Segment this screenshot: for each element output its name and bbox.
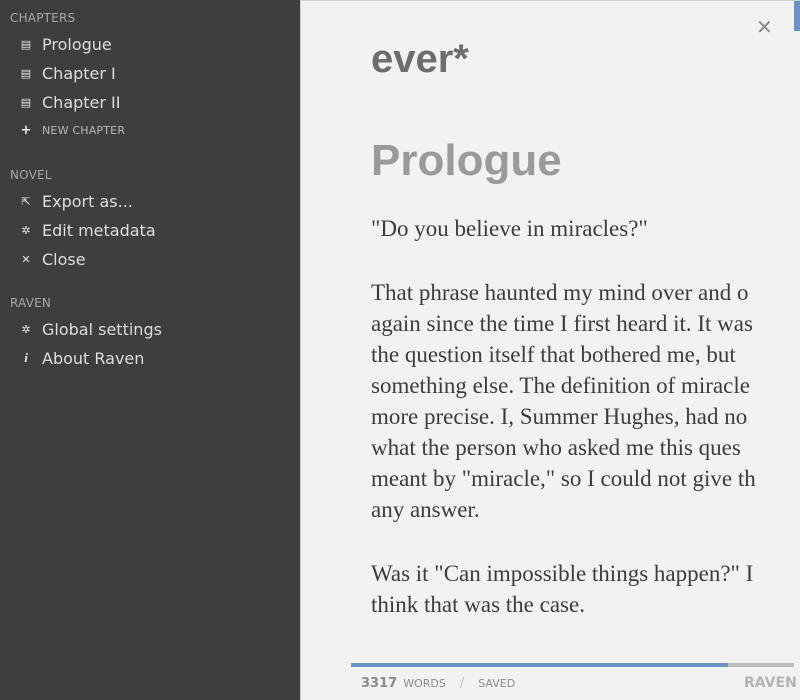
sidebar-item-label: Edit metadata (42, 220, 156, 240)
chapter-title[interactable]: Prologue (371, 136, 562, 186)
sidebar-item-export[interactable]: ⇱ Export as... (18, 189, 288, 213)
sidebar-item-chapter-i[interactable]: ▤ Chapter I (18, 61, 288, 85)
raven-heading: RAVEN (10, 296, 52, 310)
paragraph[interactable]: Was it "Can impossible things happen?" I… (371, 558, 800, 620)
sidebar-item-label: Chapter II (42, 92, 121, 112)
new-chapter-button[interactable]: + NEW CHAPTER (18, 118, 288, 142)
saved-status: SAVED (478, 677, 516, 690)
sidebar-item-about-raven[interactable]: i About Raven (18, 346, 288, 370)
novel-title: ever* (371, 37, 469, 81)
sidebar-item-prologue[interactable]: ▤ Prologue (18, 32, 288, 56)
novel-heading: NOVEL (10, 168, 52, 182)
sidebar-item-global-settings[interactable]: ✲ Global settings (18, 317, 288, 341)
document-icon: ▤ (20, 95, 32, 109)
sidebar-item-label: Export as... (42, 191, 133, 211)
gear-icon: ✲ (21, 322, 31, 336)
sidebar-item-label: Global settings (42, 319, 162, 339)
word-count: 3317 (361, 676, 398, 691)
paragraph[interactable]: "Do you believe in miracles?" (371, 213, 800, 244)
chapter-body[interactable]: "Do you believe in miracles?" That phras… (371, 213, 800, 653)
brand-label: RAVEN (744, 675, 797, 691)
sidebar-item-close[interactable]: ✕ Close (18, 247, 288, 271)
status-separator: / (459, 676, 465, 691)
sidebar-item-label: About Raven (42, 348, 145, 368)
words-label: WORDS (403, 677, 446, 690)
export-icon: ⇱ (21, 194, 31, 208)
chapters-heading: CHAPTERS (10, 11, 76, 25)
close-icon: ✕ (21, 252, 31, 266)
close-editor-icon[interactable]: ✕ (756, 15, 773, 39)
new-chapter-label: NEW CHAPTER (42, 123, 126, 137)
progress-bar (351, 663, 794, 667)
editor-pane[interactable]: ✕ ever* Prologue "Do you believe in mira… (300, 0, 800, 700)
sidebar: CHAPTERS ▤ Prologue ▤ Chapter I ▤ Chapte… (0, 0, 300, 700)
sidebar-item-edit-metadata[interactable]: ✲ Edit metadata (18, 218, 288, 242)
progress-fill (351, 663, 728, 667)
document-icon: ▤ (20, 37, 32, 51)
gear-icon: ✲ (21, 223, 31, 237)
plus-icon: + (20, 122, 32, 138)
scrollbar[interactable] (794, 1, 800, 31)
sidebar-item-label: Prologue (42, 34, 112, 54)
sidebar-item-chapter-ii[interactable]: ▤ Chapter II (18, 90, 288, 114)
sidebar-item-label: Chapter I (42, 63, 116, 83)
document-icon: ▤ (20, 66, 32, 80)
status-bar: 3317 WORDS / SAVED (361, 676, 515, 691)
sidebar-item-label: Close (42, 249, 86, 269)
paragraph[interactable]: That phrase haunted my mind over and o a… (371, 277, 800, 525)
info-icon: i (24, 350, 28, 365)
